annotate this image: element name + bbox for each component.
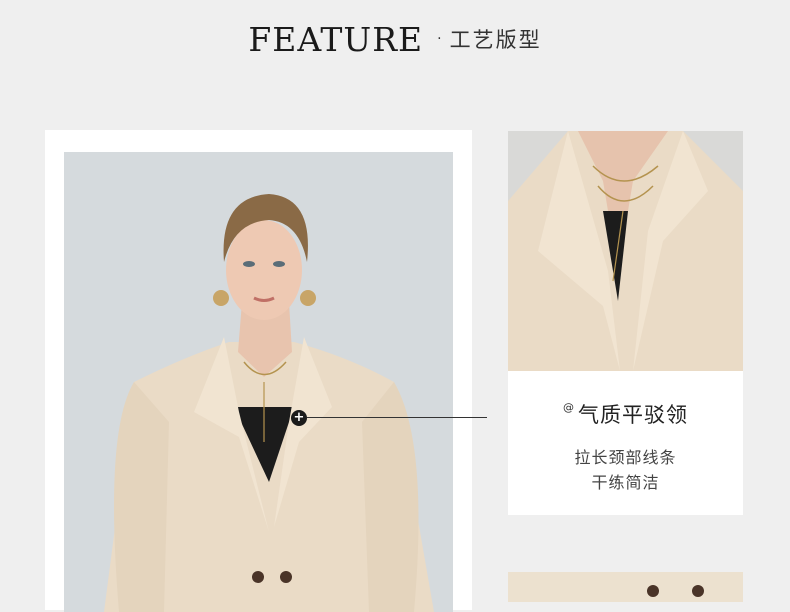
model-photo (64, 152, 453, 612)
detail-photo-collar (508, 131, 743, 371)
section-header: FEATURE · 工艺版型 (0, 14, 790, 64)
feature-title-en: FEATURE (248, 19, 424, 59)
hotspot-plus-button[interactable]: + (291, 410, 307, 426)
feature-title-cn: 工艺版型 (449, 28, 542, 52)
main-photo-card (45, 130, 472, 612)
caption-title: 气质平驳领 (578, 403, 688, 427)
feature-caption-card: @ 气质平驳领 拉长颈部线条 干练简洁 (508, 371, 743, 515)
detail-photo-buttons (508, 572, 743, 602)
callout-leader-line (307, 417, 487, 418)
at-icon: @ (563, 401, 574, 414)
caption-line-2: 干练简洁 (591, 473, 660, 492)
caption-line-1: 拉长颈部线条 (574, 448, 677, 467)
model-illustration (64, 152, 453, 612)
title-separator: · (437, 31, 442, 47)
collar-detail-illustration (508, 131, 743, 371)
buttons-detail-illustration (508, 572, 743, 602)
caption-title-row: @ 气质平驳领 (508, 399, 743, 429)
